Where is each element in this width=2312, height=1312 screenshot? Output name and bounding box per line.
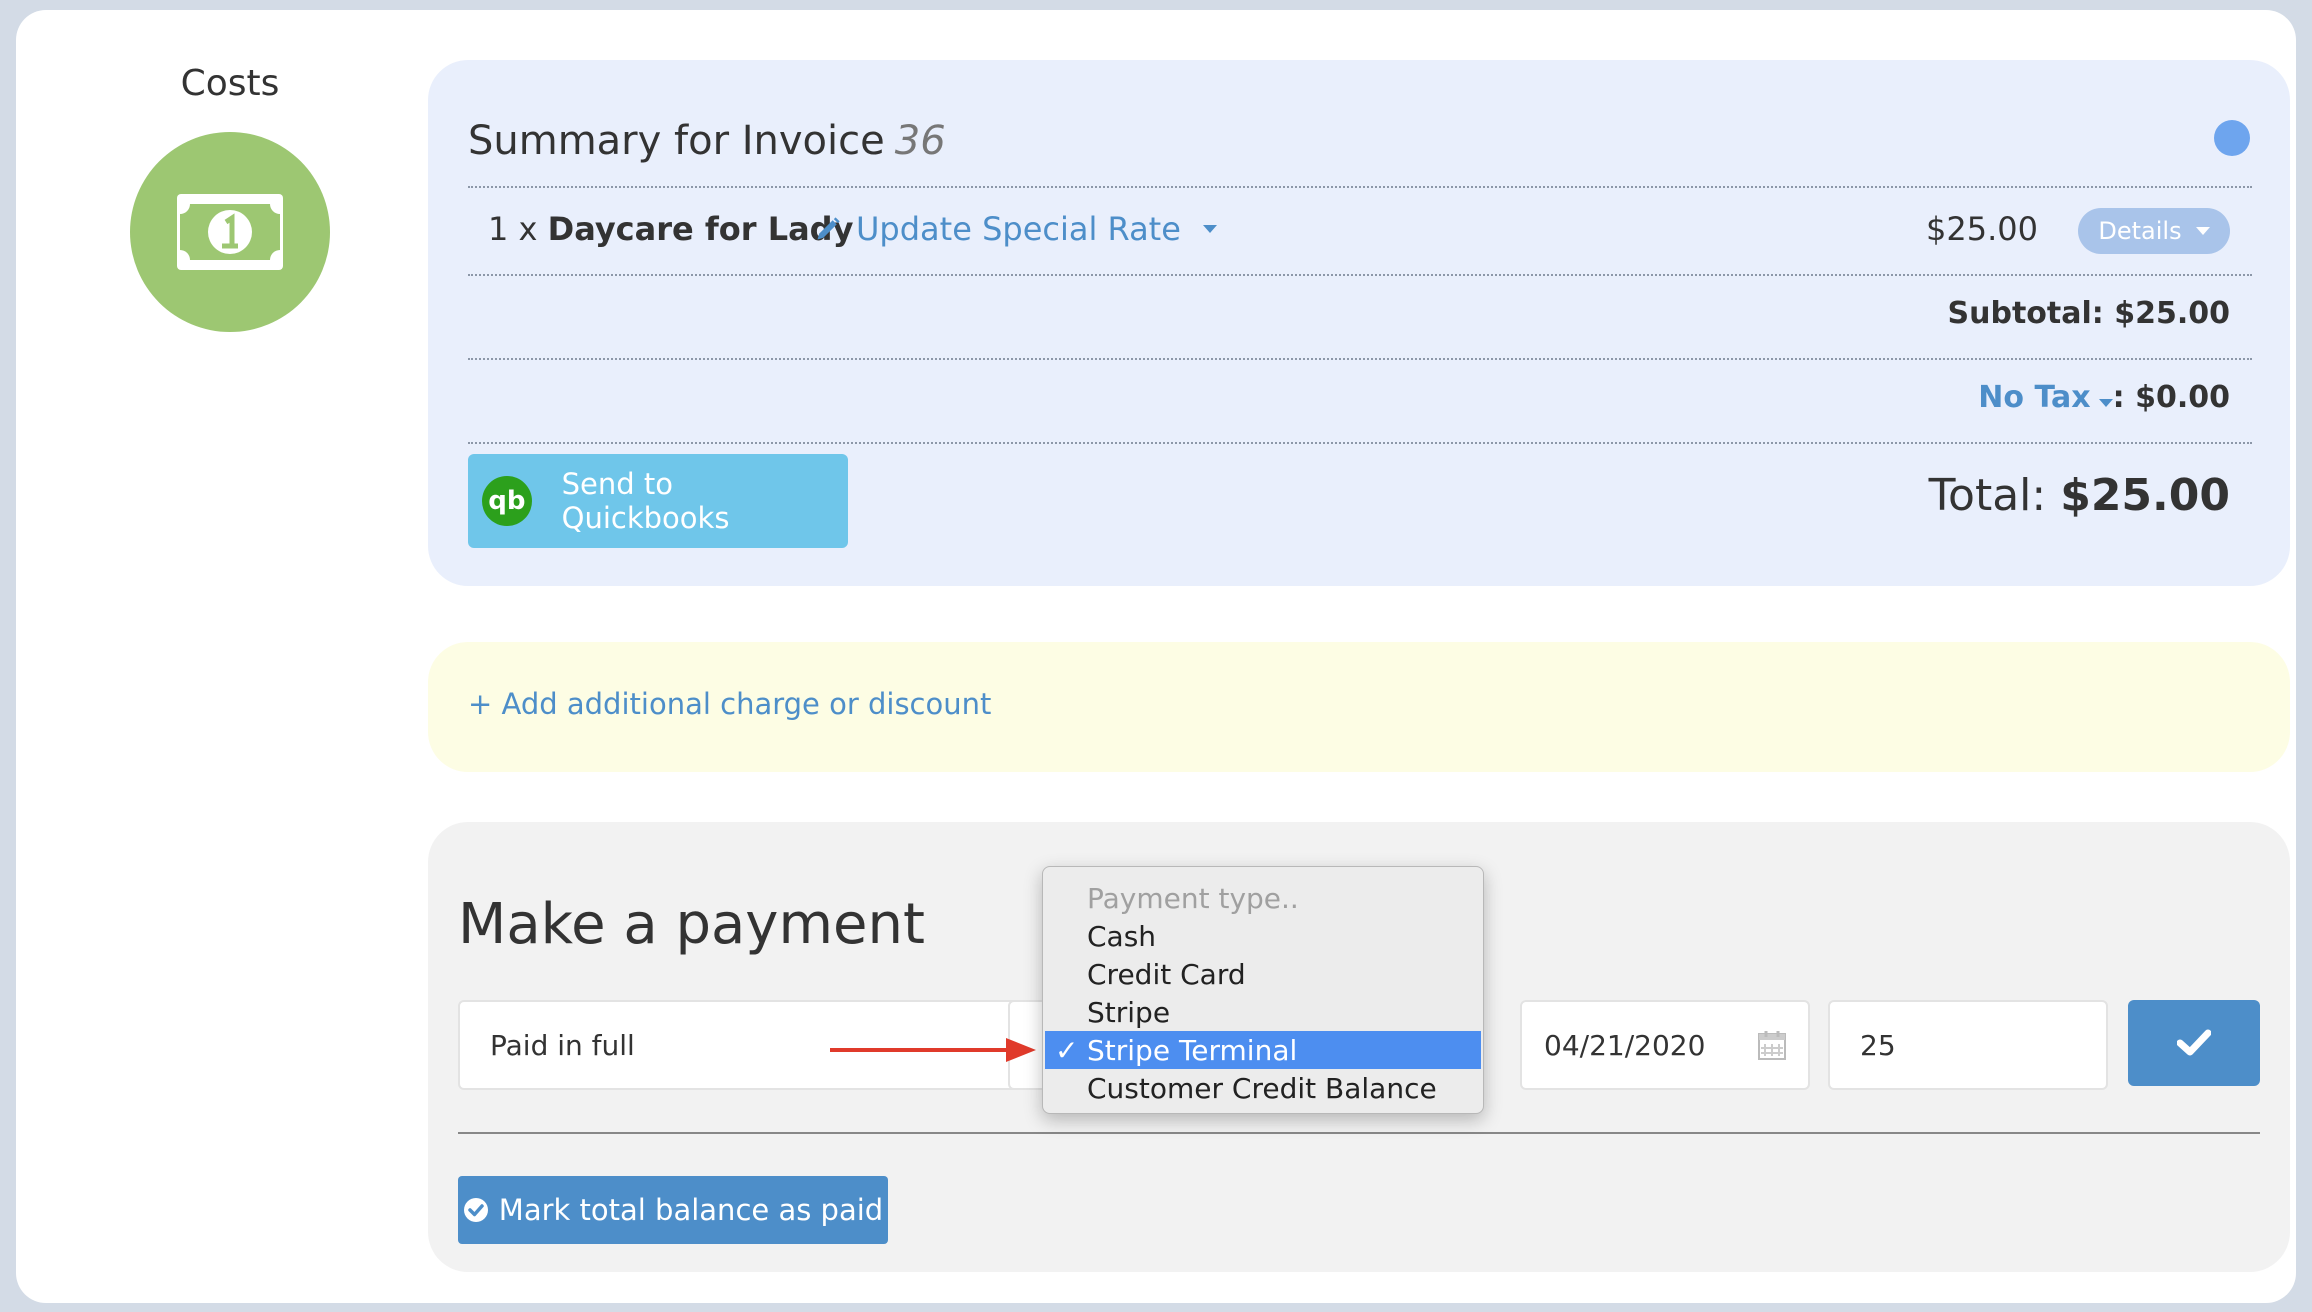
chevron-down-icon: [2195, 227, 2210, 235]
payment-amount-value: 25: [1860, 1028, 1896, 1062]
summary-title-text: Summary for Invoice: [468, 118, 885, 164]
money-icon: [130, 132, 330, 332]
checkmark-icon: [2177, 1029, 2211, 1056]
tax-amount: : $0.00: [2112, 380, 2230, 415]
summary-title: Summary for Invoice 36: [468, 118, 946, 164]
payment-status-value: Paid in full: [490, 1028, 635, 1062]
divider: [468, 442, 2252, 444]
menu-item-customer-credit-balance[interactable]: Customer Credit Balance: [1043, 1069, 1483, 1107]
invoice-number: 36: [894, 118, 946, 164]
check-icon: ✓: [1055, 1033, 1079, 1067]
payment-date-value: 04/21/2020: [1544, 1028, 1706, 1062]
tax-row: No Tax : $0.00: [1428, 380, 2230, 415]
send-to-quickbooks-button[interactable]: qb Send to Quickbooks: [468, 454, 848, 548]
mark-total-paid-button[interactable]: Mark total balance as paid: [458, 1176, 888, 1244]
calendar-icon: [1758, 1031, 1786, 1060]
menu-item-placeholder: Payment type..: [1087, 881, 1299, 915]
update-special-rate-label: Update Special Rate: [856, 210, 1181, 248]
divider: [468, 358, 2252, 360]
menu-item-stripe-terminal[interactable]: ✓ Stripe Terminal: [1045, 1031, 1481, 1069]
costs-label: Costs: [180, 63, 280, 104]
line-item-name: Daycare for Lady: [547, 210, 854, 248]
confirm-payment-button[interactable]: [2128, 1000, 2260, 1086]
status-indicator-dot: [2214, 120, 2250, 156]
line-item-price: $25.00: [1926, 210, 2038, 248]
annotation-arrow-icon: [830, 1038, 1036, 1062]
additional-charge-panel: + Add additional charge or discount: [428, 642, 2290, 772]
payment-type-menu[interactable]: Payment type.. Cash Credit Card Stripe ✓…: [1042, 866, 1484, 1114]
menu-item-cash[interactable]: Cash: [1043, 917, 1483, 955]
menu-item-credit-card[interactable]: Credit Card: [1043, 955, 1483, 993]
check-circle-icon: [463, 1198, 488, 1222]
divider: [468, 274, 2252, 276]
update-special-rate-dropdown[interactable]: Update Special Rate: [814, 210, 1217, 248]
menu-item-stripe-terminal-label: Stripe Terminal: [1087, 1033, 1298, 1067]
payment-date-input[interactable]: 04/21/2020: [1520, 1000, 1810, 1090]
mark-total-paid-label: Mark total balance as paid: [498, 1193, 884, 1227]
total-value: $25.00: [2060, 470, 2230, 521]
tax-label: No Tax: [1978, 380, 2091, 415]
divider: [458, 1132, 2260, 1134]
total-label: Total:: [1928, 470, 2061, 521]
details-button[interactable]: Details: [2078, 208, 2230, 254]
send-to-quickbooks-label: Send to Quickbooks: [561, 467, 730, 535]
payment-amount-input[interactable]: 25: [1828, 1000, 2108, 1090]
quickbooks-logo-icon: qb: [482, 476, 532, 526]
chevron-down-icon: [2098, 399, 2113, 407]
add-charge-link[interactable]: + Add additional charge or discount: [468, 687, 991, 721]
total: Total: $25.00: [1428, 470, 2230, 521]
payment-title: Make a payment: [458, 892, 925, 957]
details-label: Details: [2098, 217, 2182, 245]
divider: [468, 186, 2252, 188]
line-item-description: 1 x Daycare for Lady: [488, 210, 853, 248]
chevron-down-icon: [1202, 225, 1217, 233]
invoice-summary-panel: Summary for Invoice 36 1 x Daycare for La…: [428, 60, 2290, 586]
line-item-qty: 1 x: [488, 210, 548, 248]
tax-dropdown[interactable]: No Tax: [1978, 380, 2113, 415]
page-frame: Costs Summary for Invoice 36 1 x Daycare …: [16, 10, 2296, 1303]
pencil-icon: [817, 217, 840, 240]
menu-item-stripe[interactable]: Stripe: [1043, 993, 1483, 1031]
subtotal: Subtotal: $25.00: [1947, 296, 2230, 331]
